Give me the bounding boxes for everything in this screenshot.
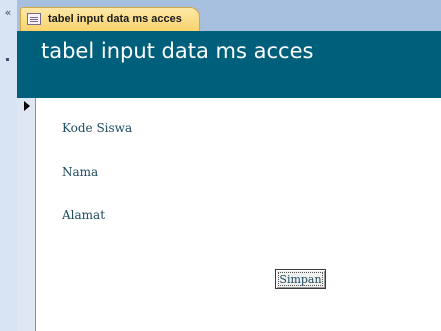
form-title: tabel input data ms acces [41,39,314,63]
label-kode-siswa: Kode Siswa [62,121,133,135]
record-selector[interactable] [17,98,36,331]
form-header: tabel input data ms acces [17,31,441,98]
tab-form[interactable]: tabel input data ms acces [20,7,200,31]
collapse-chevron-icon[interactable]: « [0,7,16,18]
current-record-arrow-icon [24,101,30,111]
document-tab-bar: tabel input data ms acces [17,0,441,32]
tab-label: tabel input data ms acces [48,13,182,25]
label-nama: Nama [62,165,99,179]
form-icon [27,13,41,25]
navigation-pane-dot [6,58,9,61]
navigation-pane-collapsed[interactable]: « [0,0,18,331]
simpan-button[interactable]: Simpan [275,269,326,289]
label-alamat: Alamat [62,208,106,222]
